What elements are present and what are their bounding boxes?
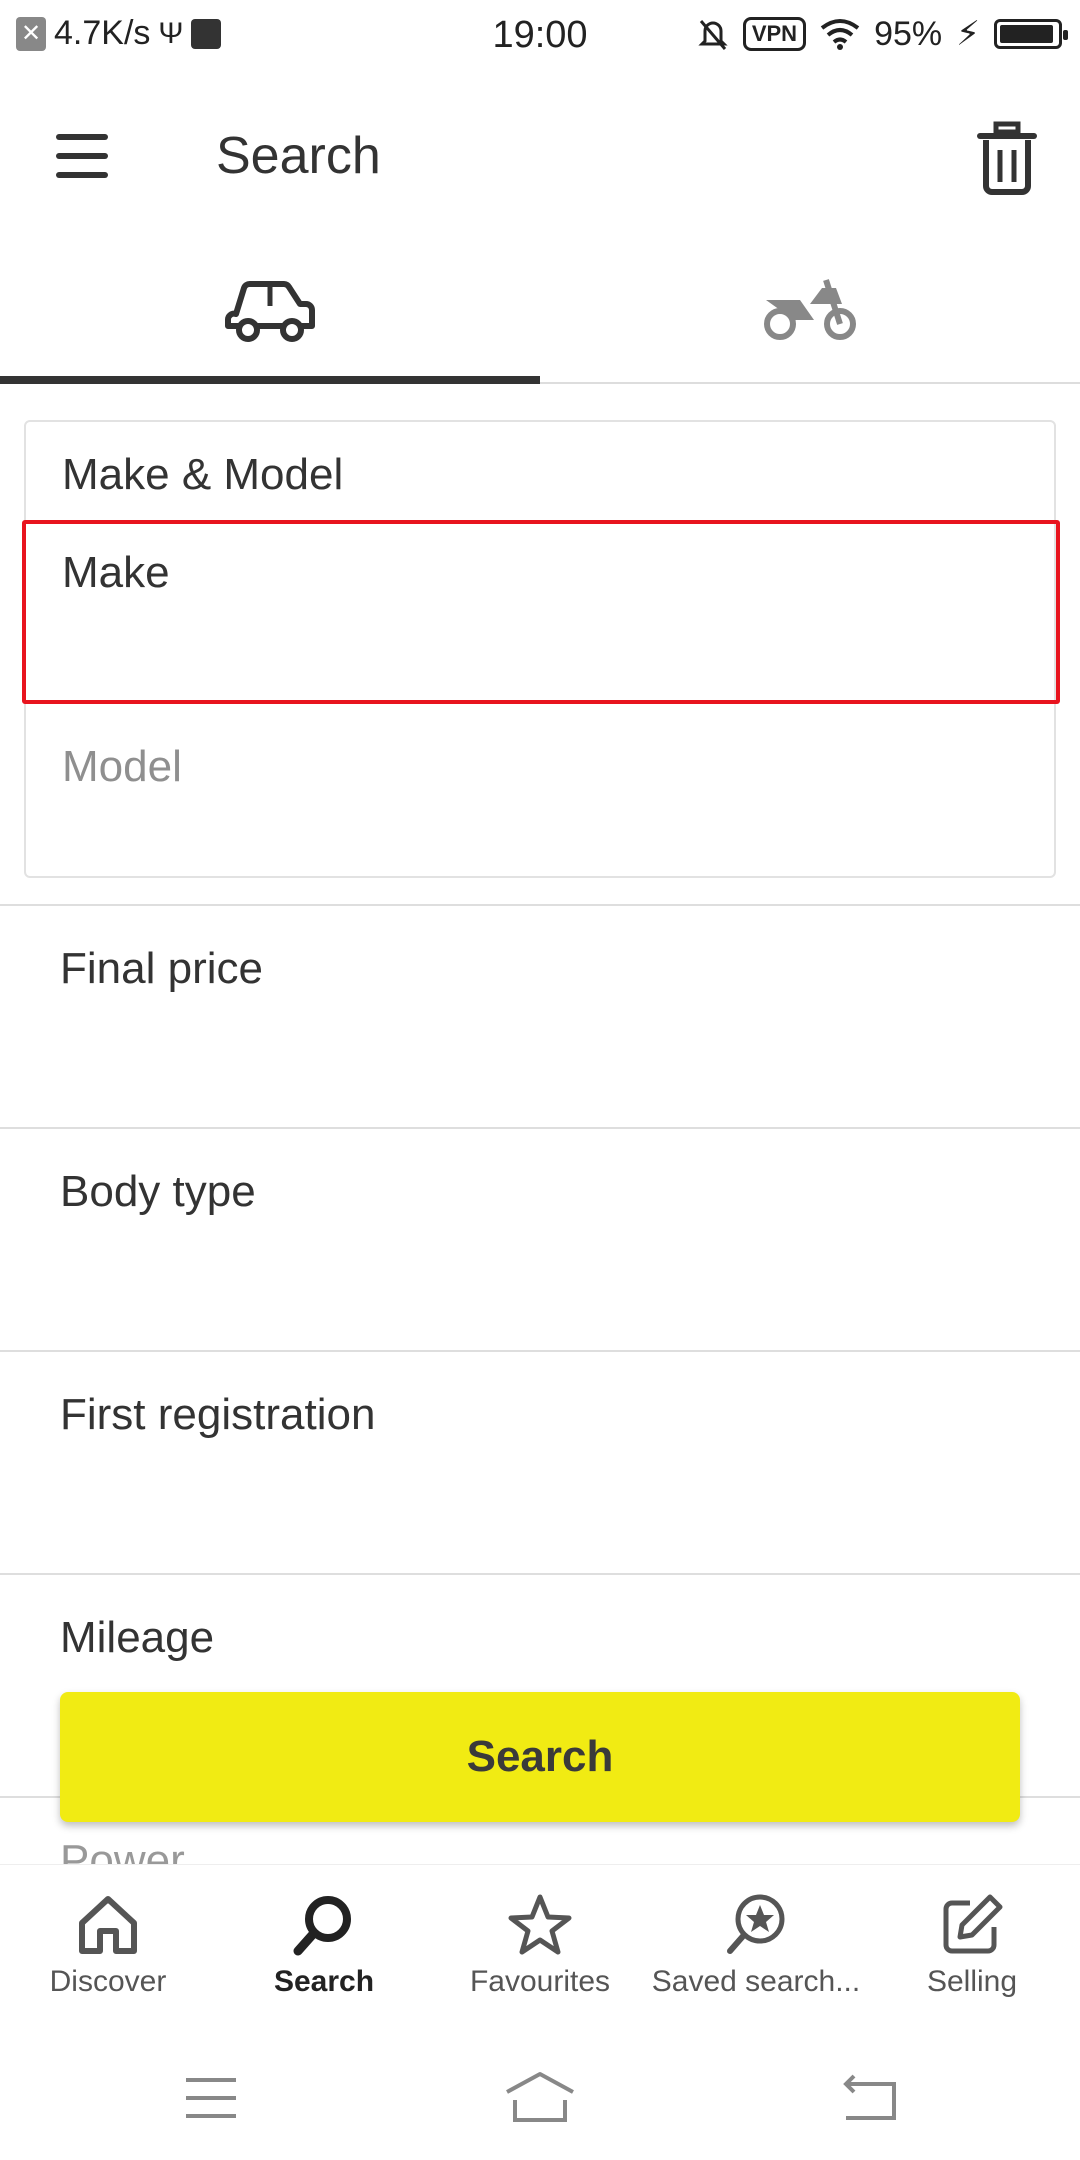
system-navigation-bar (0, 2034, 1080, 2160)
filter-label: First registration (60, 1390, 376, 1439)
home-button[interactable] (495, 2064, 585, 2134)
filter-final-price[interactable]: Final price (0, 904, 1080, 1126)
filter-label: Final price (60, 944, 263, 993)
star-icon (508, 1894, 572, 1955)
battery-fill (1000, 25, 1054, 43)
clear-filters-button[interactable] (972, 120, 1042, 196)
search-icon (293, 1896, 351, 1956)
hamburger-icon-line (56, 172, 108, 178)
bottom-navigation: Discover Search Favourites Saved search.… (0, 1864, 1080, 2034)
filter-label: Power (60, 1836, 185, 1864)
edit-icon (943, 1894, 1003, 1954)
motorbike-icon (764, 279, 856, 340)
battery-percent: 95% (874, 14, 943, 53)
model-field[interactable]: Model (26, 712, 1054, 872)
nav-selling[interactable]: Selling (864, 1865, 1080, 2035)
nav-label: Favourites (469, 1965, 611, 1998)
active-tab-indicator (0, 376, 540, 384)
nav-label: Selling (926, 1965, 1018, 1998)
back-button[interactable] (824, 2064, 914, 2134)
trash-icon (977, 121, 1037, 195)
filter-label: Mileage (60, 1613, 215, 1662)
wifi-icon (820, 19, 860, 50)
home-nav-icon (506, 2072, 574, 2122)
make-field[interactable]: Make (22, 520, 1060, 704)
filter-label: Body type (60, 1167, 256, 1216)
nav-discover[interactable]: Discover (0, 1865, 216, 2035)
nav-favourites[interactable]: Favourites (432, 1865, 648, 2035)
make-model-title: Make & Model (62, 450, 344, 499)
filter-body-type[interactable]: Body type (0, 1127, 1080, 1349)
saved-search-icon (727, 1894, 785, 1954)
nav-search[interactable]: Search (216, 1865, 432, 2035)
search-button[interactable]: Search (60, 1692, 1020, 1822)
menu-button[interactable] (50, 126, 120, 186)
page-title: Search (216, 127, 381, 185)
status-right: VPN 95% ⚡ (697, 14, 1068, 54)
battery-icon (994, 19, 1068, 49)
charging-icon: ⚡ (956, 15, 980, 53)
hamburger-icon-line (56, 134, 108, 140)
car-icon (225, 281, 315, 342)
recent-apps-icon (186, 2078, 236, 2118)
nav-label: Discover (49, 1965, 167, 1998)
nav-label: Saved search... (651, 1965, 861, 1998)
tab-car[interactable] (0, 234, 540, 384)
hamburger-icon-line (56, 153, 108, 159)
nav-saved-searches[interactable]: Saved search... (648, 1865, 864, 2035)
tab-motorbike[interactable] (540, 234, 1080, 384)
back-icon (843, 2074, 896, 2120)
vehicle-type-tabs (0, 234, 1080, 384)
recent-apps-button[interactable] (166, 2064, 256, 2134)
app-bar: Search (0, 74, 1080, 234)
make-label: Make (62, 548, 170, 597)
nav-label: Search (273, 1965, 375, 1998)
home-icon (79, 1896, 137, 1954)
filter-first-registration[interactable]: First registration (0, 1350, 1080, 1572)
vpn-badge: VPN (742, 17, 807, 51)
make-model-card: Make & Model Make Model (22, 420, 1060, 878)
bell-off-icon (698, 20, 728, 50)
status-bar: ✕ 4.7K/s Ψ 19:00 VPN 95% ⚡ (0, 0, 1080, 74)
model-placeholder: Model (62, 742, 182, 791)
